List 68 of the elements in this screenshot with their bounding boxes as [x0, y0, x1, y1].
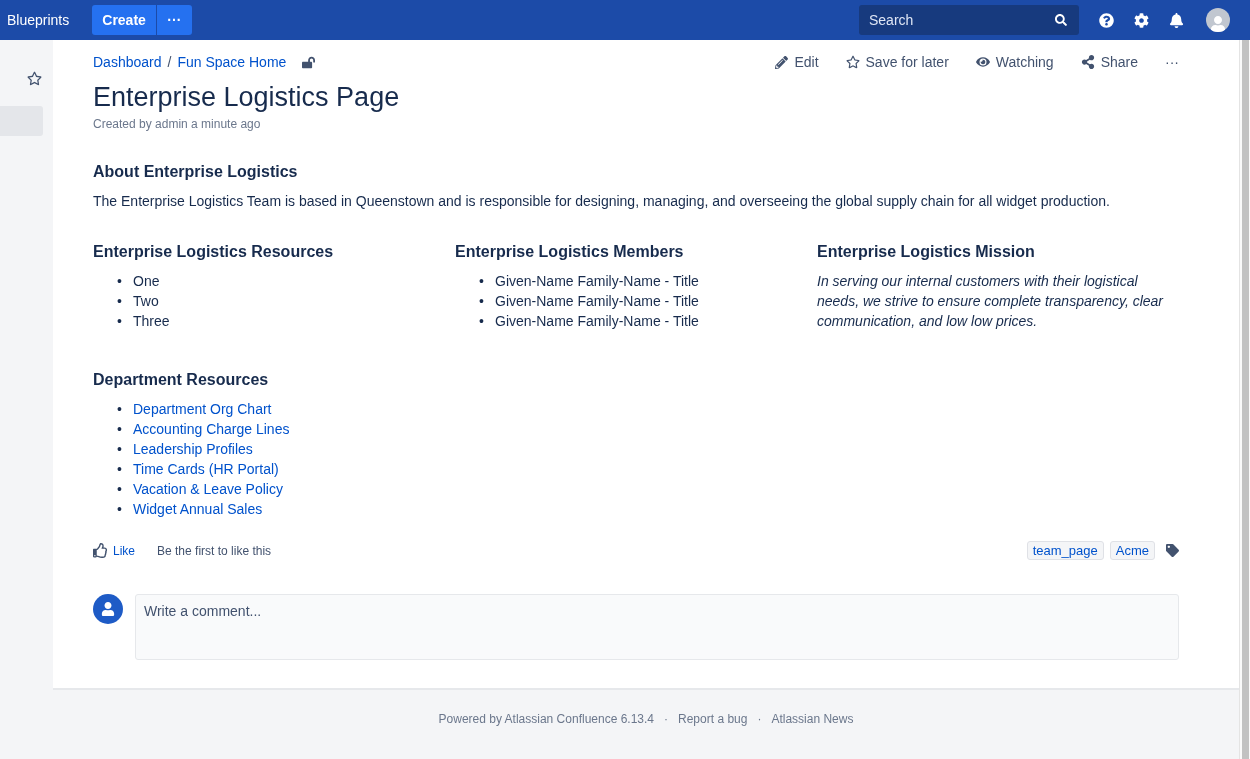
bullet: •: [117, 420, 123, 439]
list-item: One: [133, 272, 160, 291]
save-button[interactable]: Save for later: [845, 54, 949, 70]
list-item: Given-Name Family-Name - Title: [495, 292, 699, 311]
bullet: •: [117, 500, 123, 519]
section-heading: Department Resources: [93, 371, 270, 389]
footer-link[interactable]: Atlassian News: [771, 712, 854, 759]
section-heading: Enterprise Logistics Mission: [817, 243, 1036, 261]
like-text: Be the first to like this: [157, 543, 272, 558]
section-heading: Enterprise Logistics Members: [455, 243, 685, 261]
bullet: •: [117, 440, 123, 459]
star-icon[interactable]: [27, 71, 42, 86]
bullet: •: [117, 292, 123, 311]
bell-icon[interactable]: [1169, 12, 1184, 28]
paragraph: The Enterprise Logistics Team is based in Queenstown and is responsible for designing, managing, and overseeing the global supply chain for all widget production.: [93, 192, 1111, 211]
tag-icon[interactable]: [1166, 544, 1179, 557]
eye-icon: [975, 55, 990, 69]
footer-separator: ·: [757, 712, 762, 728]
pencil-icon: [775, 55, 789, 69]
label-tag[interactable]: team_page: [1026, 541, 1104, 560]
footer-separator: ·: [664, 712, 669, 728]
mission-text: In serving our internal customers with their logistical needs, we strive to ensure complete transparency, clear communication, and low low prices.: [817, 272, 1165, 331]
avatar-icon[interactable]: [1206, 8, 1230, 32]
brand-name[interactable]: Blueprints: [7, 12, 70, 28]
bullet: •: [117, 272, 123, 291]
bullet: •: [479, 292, 485, 311]
section-heading: About Enterprise Logistics: [93, 163, 299, 181]
comment-field[interactable]: Write a comment...: [135, 594, 1179, 660]
resource-link[interactable]: Accounting Charge Lines: [133, 419, 290, 439]
help-icon[interactable]: [1099, 12, 1114, 28]
bullet: •: [117, 312, 123, 331]
user-avatar-icon: [93, 594, 123, 624]
list-item: Given-Name Family-Name - Title: [495, 312, 699, 331]
search-icon[interactable]: [1055, 14, 1067, 26]
unlock-icon[interactable]: [302, 55, 316, 69]
section-heading: Enterprise Logistics Resources: [93, 243, 335, 261]
resource-link[interactable]: Time Cards (HR Portal): [133, 459, 279, 479]
share-button[interactable]: Share: [1080, 54, 1138, 70]
breadcrumb-separator: /: [167, 54, 172, 70]
breadcrumb-link[interactable]: Fun Space Home: [177, 54, 287, 70]
share-icon: [1080, 55, 1095, 69]
edit-button[interactable]: Edit: [775, 54, 819, 70]
resource-link[interactable]: Vacation & Leave Policy: [133, 479, 283, 499]
bullet: •: [479, 312, 485, 331]
resource-link[interactable]: Widget Annual Sales: [133, 499, 263, 519]
list-item: Given-Name Family-Name - Title: [495, 272, 699, 291]
bullet: •: [117, 400, 123, 419]
bullet: •: [117, 480, 123, 499]
watch-button[interactable]: Watching: [975, 54, 1054, 70]
byline: Created by admin a minute ago: [93, 117, 262, 131]
more-button[interactable]: ···: [156, 5, 192, 35]
search-field[interactable]: Search: [859, 5, 1079, 35]
label-tag[interactable]: Acme: [1109, 541, 1155, 560]
page-title: Enterprise Logistics Page: [93, 82, 401, 113]
star-icon: [845, 55, 860, 69]
bullet: •: [117, 460, 123, 479]
like-button[interactable]: Like: [93, 543, 135, 558]
footer-link[interactable]: Report a bug: [678, 712, 748, 759]
thumbs-up-icon: [93, 543, 108, 558]
bullet: •: [479, 272, 485, 291]
more-button[interactable]: ···: [1165, 54, 1179, 70]
resource-link[interactable]: Department Org Chart: [133, 399, 272, 419]
resource-link[interactable]: Leadership Profiles: [133, 439, 253, 459]
settings-icon[interactable]: [1134, 12, 1149, 28]
breadcrumb-link[interactable]: Dashboard: [93, 54, 162, 70]
list-item: Three: [133, 312, 170, 331]
list-item: Two: [133, 292, 159, 311]
create-button[interactable]: Create: [92, 5, 156, 35]
